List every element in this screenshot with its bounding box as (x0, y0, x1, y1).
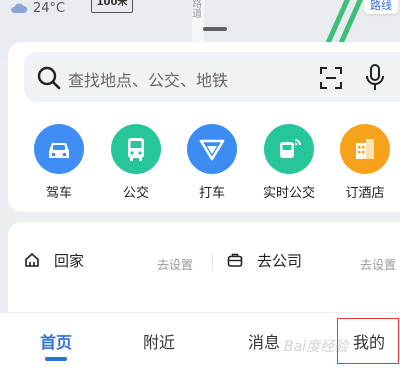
active-tab-indicator (45, 357, 67, 361)
mic-icon[interactable] (364, 64, 386, 92)
quick-action-bus[interactable]: 公交 (103, 122, 169, 204)
favorite-places-card: 回家 去设置 去公司 去设置 (8, 222, 400, 312)
quick-action-label: 公交 (122, 186, 149, 201)
quick-action-label: 打车 (198, 186, 225, 201)
bus-icon (111, 124, 161, 174)
home-label: 回家 (54, 251, 85, 270)
cloud-icon (11, 3, 28, 13)
quick-action-drive[interactable]: 驾车 (26, 122, 92, 204)
quick-action-taxi[interactable]: 打车 (179, 122, 245, 204)
car-icon (34, 124, 84, 174)
taxi-icon (187, 124, 237, 174)
tab-nearby[interactable]: 附近 (124, 329, 194, 353)
quick-action-label: 驾车 (45, 186, 72, 201)
work-label: 去公司 (257, 251, 303, 270)
search-sheet: 查找地点、公交、地铁 驾车 公交 打车 实时公交 订酒店 (8, 42, 400, 212)
home-setup-link[interactable]: 去设置 (157, 256, 193, 273)
search-icon (37, 66, 61, 90)
scan-icon[interactable] (320, 67, 342, 89)
work-shortcut[interactable]: 去公司 (227, 248, 302, 272)
quick-action-realtime-bus[interactable]: 实时公交 (256, 122, 322, 204)
divider (212, 254, 213, 270)
hotel-icon (340, 124, 390, 174)
home-icon (25, 253, 39, 267)
map-scale: 100米 (91, 0, 133, 13)
search-bar[interactable]: 查找地点、公交、地铁 (24, 52, 400, 102)
weather-temperature: 24°C (33, 0, 66, 16)
route-button[interactable]: 路线 (364, 0, 398, 14)
search-input[interactable]: 查找地点、公交、地铁 (68, 67, 228, 91)
map-road-marker (203, 27, 227, 31)
quick-action-label: 实时公交 (262, 186, 315, 201)
tab-home[interactable]: 首页 (21, 329, 91, 353)
work-setup-link[interactable]: 去设置 (360, 256, 396, 273)
quick-action-label: 订酒店 (345, 186, 385, 201)
quick-action-hotel[interactable]: 订酒店 (332, 122, 398, 204)
home-shortcut[interactable]: 回家 (24, 248, 84, 272)
road-label: 路道 (192, 0, 202, 20)
weather-widget[interactable]: 24°C (10, 0, 65, 16)
realtime-bus-icon (264, 124, 314, 174)
briefcase-icon (227, 253, 243, 267)
annotation-highlight-box (337, 318, 399, 364)
